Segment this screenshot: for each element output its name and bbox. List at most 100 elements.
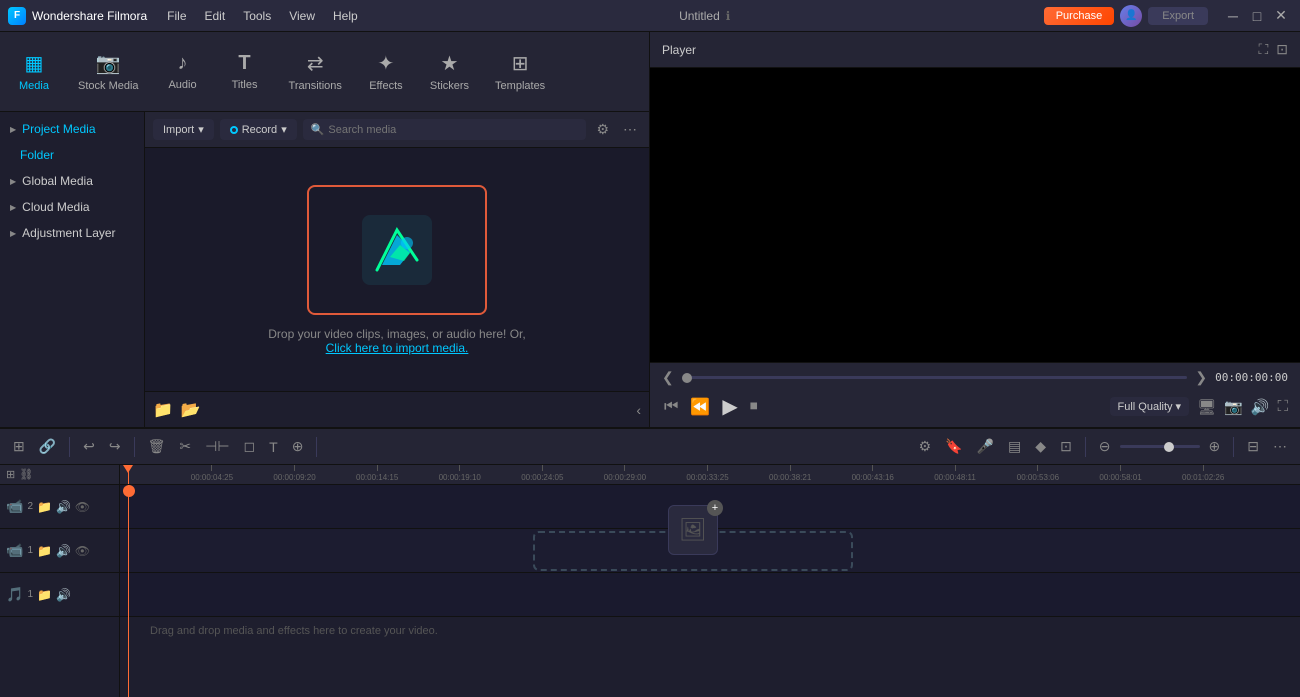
player-volume-icon[interactable]: 🔊 [1251,398,1270,416]
ruler-label-10: 00:00:48:11 [934,473,976,482]
track-eye-icon-2[interactable]: 👁 [75,500,90,514]
player-fullscreen-icon[interactable]: ⛶ [1258,41,1268,58]
tl-redo-button[interactable]: ↪ [104,435,126,458]
tab-titles[interactable]: T Titles [215,44,275,99]
tl-cut-button[interactable]: ✂ [174,435,196,458]
menu-bar: File Edit Tools View Help [159,7,366,25]
minimize-button[interactable]: ─ [1222,5,1244,27]
player-settings-icon[interactable]: ⊡ [1276,41,1288,58]
menu-view[interactable]: View [281,7,323,25]
tab-templates[interactable]: ⊞ Templates [483,43,557,100]
track-link-icon[interactable]: ⛓ [19,468,33,481]
tl-grid-button[interactable]: ⊞ [8,435,30,458]
track-eye-icon-1[interactable]: 👁 [75,544,90,558]
tab-audio[interactable]: ♪ Audio [153,44,213,99]
sidebar-item-project-media[interactable]: ▶ Project Media [0,116,144,142]
player-snapshot-icon[interactable]: 📷 [1224,398,1243,416]
ruler-tick-5 [542,465,543,471]
tl-bookmark-button[interactable]: 🔖 [940,435,967,458]
video-track-icon-2: 📹 [6,498,23,515]
ruler-mark-4: 00:00:19:10 [439,465,481,484]
tl-link-button[interactable]: 🔗 [34,435,61,458]
tl-keyframe-button[interactable]: ◆ [1030,435,1051,458]
player-scrubber[interactable] [682,376,1188,379]
track-lock-icon-1[interactable]: 📁 [37,544,52,558]
new-folder-icon[interactable]: 📂 [181,400,201,420]
tab-effects-label: Effects [369,80,402,92]
maximize-button[interactable]: □ [1246,5,1268,27]
sidebar-item-adjustment-layer[interactable]: ▶ Adjustment Layer [0,220,144,246]
track-lock-icon-2[interactable]: 📁 [37,500,52,514]
track-audio-lock-icon[interactable]: 📁 [37,588,52,602]
tl-zoom-in-button[interactable]: ⊕ [1204,435,1226,458]
sidebar-item-cloud-media[interactable]: ▶ Cloud Media [0,194,144,220]
player-frame-back-button[interactable]: ⏪ [688,395,712,419]
more-options-button[interactable]: ⋯ [619,119,641,140]
player-resize-icon[interactable]: ⛶ [1277,398,1288,415]
track-audio-mute-icon[interactable]: 🔊 [56,588,71,602]
timeline-out-handle[interactable]: ❯ [1195,369,1207,386]
import-button[interactable]: Import ▾ [153,119,214,140]
zoom-slider[interactable] [1120,445,1200,448]
purchase-button[interactable]: Purchase [1044,7,1114,25]
menu-file[interactable]: File [159,7,194,25]
tab-stock-media-label: Stock Media [78,80,139,92]
track-header-1: 📹 1 📁 🔊 👁 [0,529,119,573]
menu-tools[interactable]: Tools [235,7,279,25]
ruler-mark-8: 00:00:38:21 [769,465,811,484]
tl-delete-button[interactable]: 🗑 [143,435,171,458]
tab-stickers[interactable]: ★ Stickers [418,43,481,100]
tl-media-button[interactable]: ▤ [1003,435,1026,458]
timeline-in-handle[interactable]: ❮ [662,369,674,386]
tab-media[interactable]: ▦ Media [4,43,64,100]
tl-separator-2 [134,437,135,457]
quality-button[interactable]: Full Quality ▾ [1110,397,1190,416]
tl-crop-button[interactable]: ◻ [239,435,261,458]
export-button[interactable]: Export [1148,7,1208,25]
sidebar-project-media-label: Project Media [22,122,95,136]
user-avatar[interactable]: 👤 [1120,5,1142,27]
tl-adjust-button[interactable]: ⊕ [287,435,309,458]
quality-dropdown-icon: ▾ [1176,400,1182,413]
tab-stock-media[interactable]: 📷 Stock Media [66,43,151,100]
tab-transitions[interactable]: ⇄ Transitions [277,43,354,100]
player-screenshot-icon[interactable]: 🖥 [1197,398,1216,416]
sidebar-item-folder[interactable]: Folder [0,142,144,168]
tl-split-button[interactable]: ⊣⊢ [200,435,234,458]
menu-help[interactable]: Help [325,7,366,25]
player-play-button[interactable]: ▶ [720,392,739,421]
tl-mic-button[interactable]: 🎤 [972,435,999,458]
filter-button[interactable]: ⚙ [592,119,613,140]
menu-edit[interactable]: Edit [197,7,234,25]
player-view [650,68,1300,362]
track-row-1[interactable]: 🖼 + [120,529,1300,573]
tl-text-button[interactable]: T [264,436,283,458]
tl-separator-1 [69,437,70,457]
search-input[interactable] [328,124,578,136]
drop-import-link[interactable]: Click here to import media. [326,341,469,355]
sidebar-item-global-media[interactable]: ▶ Global Media [0,168,144,194]
record-button[interactable]: Record ▾ [220,119,297,140]
audio-icon: ♪ [178,52,188,75]
close-button[interactable]: ✕ [1270,5,1292,27]
tl-more-button[interactable]: ⋯ [1268,435,1292,458]
tl-undo-button[interactable]: ↩ [78,435,100,458]
tl-layout-button[interactable]: ⊟ [1242,435,1264,458]
tl-zoom-out-button[interactable]: ⊖ [1094,435,1116,458]
track-row-audio-1[interactable] [120,573,1300,617]
tl-placeholder-button[interactable]: ⊡ [1055,435,1077,458]
add-track-icon[interactable]: ⊞ [6,468,15,481]
ruler-label-8: 00:00:38:21 [769,473,811,482]
tl-settings-button[interactable]: ⚙ [914,435,937,458]
track-mute-icon-1[interactable]: 🔊 [56,544,71,558]
scrubber-thumb [682,373,692,383]
track-mute-icon-2[interactable]: 🔊 [56,500,71,514]
ruler-mark-2: 00:00:09:20 [273,465,315,484]
player-stop-button[interactable]: ⏹ [748,396,760,418]
panel-collapse-button[interactable]: ‹ [636,402,641,418]
app-logo: F Wondershare Filmora [8,7,147,25]
player-skip-back-button[interactable]: ⏮ [662,396,680,418]
tab-effects[interactable]: ✦ Effects [356,43,416,100]
add-folder-icon[interactable]: 📁 [153,400,173,420]
media-toolbar: Import ▾ Record ▾ 🔍 ⚙ ⋯ [145,112,649,148]
